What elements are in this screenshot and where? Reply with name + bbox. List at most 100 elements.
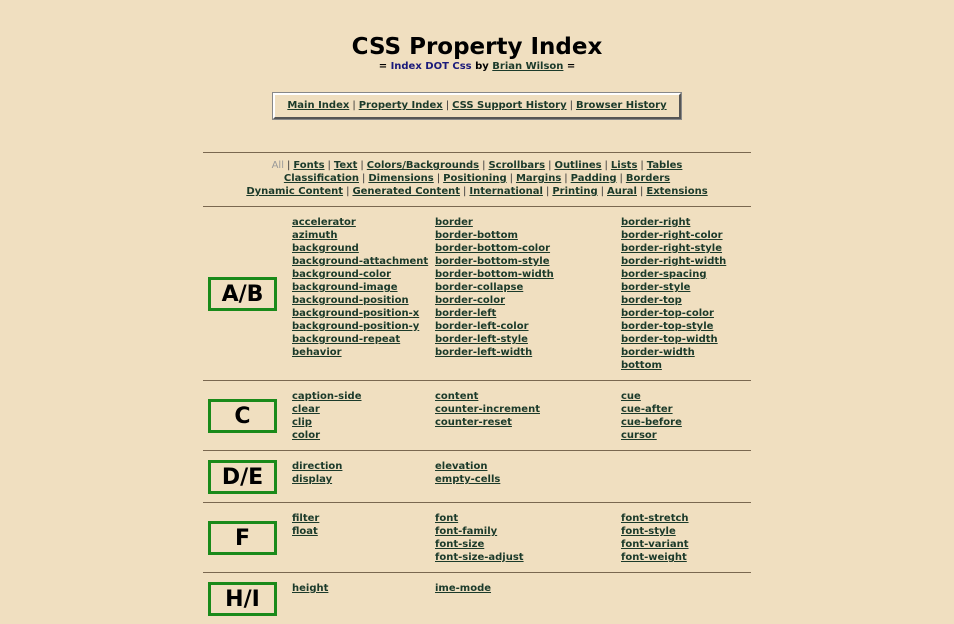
category-link[interactable]: Colors/Backgrounds bbox=[367, 160, 479, 171]
page-title: CSS Property Index bbox=[351, 34, 603, 60]
letter-cell: A/B bbox=[203, 277, 292, 311]
property-link[interactable]: background-repeat bbox=[292, 333, 435, 346]
property-link[interactable]: azimuth bbox=[292, 229, 435, 242]
property-link[interactable]: font-size bbox=[435, 538, 621, 551]
category-link[interactable]: Generated Content bbox=[352, 186, 460, 197]
category-link[interactable]: Padding bbox=[571, 173, 617, 184]
property-link[interactable]: display bbox=[292, 473, 435, 486]
property-link[interactable]: border bbox=[435, 216, 621, 229]
property-link[interactable]: font-size-adjust bbox=[435, 551, 621, 564]
category-link[interactable]: Dimensions bbox=[368, 173, 433, 184]
nav-link-css-support-history[interactable]: CSS Support History bbox=[452, 100, 567, 111]
property-link[interactable]: background-position bbox=[292, 294, 435, 307]
category-link[interactable]: International bbox=[469, 186, 543, 197]
property-link[interactable]: height bbox=[292, 582, 435, 595]
property-link[interactable]: behavior bbox=[292, 346, 435, 359]
property-link[interactable]: border-top-width bbox=[621, 333, 751, 346]
property-link[interactable]: border-collapse bbox=[435, 281, 621, 294]
nav-link-browser-history[interactable]: Browser History bbox=[576, 100, 667, 111]
property-link[interactable]: font-stretch bbox=[621, 512, 751, 525]
property-link[interactable]: cue-before bbox=[621, 416, 751, 429]
property-link[interactable]: bottom bbox=[621, 359, 751, 372]
letter-cell: H/I bbox=[203, 582, 292, 616]
category-link[interactable]: Classification bbox=[284, 173, 359, 184]
property-link[interactable]: border-color bbox=[435, 294, 621, 307]
property-link[interactable]: counter-increment bbox=[435, 403, 621, 416]
category-link[interactable]: Tables bbox=[647, 160, 683, 171]
property-link[interactable]: border-bottom-width bbox=[435, 268, 621, 281]
property-link[interactable]: clip bbox=[292, 416, 435, 429]
author-link[interactable]: Brian Wilson bbox=[492, 61, 563, 72]
property-column: accelerator azimuth background background-a… bbox=[292, 216, 435, 372]
letter-cell: D/E bbox=[203, 460, 292, 494]
property-link[interactable]: border-right-color bbox=[621, 229, 751, 242]
category-link[interactable]: Outlines bbox=[554, 160, 601, 171]
category-link[interactable]: Extensions bbox=[646, 186, 707, 197]
property-column: caption-side clear clip color bbox=[292, 390, 435, 442]
separator: | bbox=[362, 173, 366, 184]
property-link[interactable]: border-right bbox=[621, 216, 751, 229]
nav-link-main-index[interactable]: Main Index bbox=[287, 100, 349, 111]
category-link[interactable]: Printing bbox=[552, 186, 597, 197]
property-link[interactable]: border-bottom bbox=[435, 229, 621, 242]
property-link[interactable]: background-color bbox=[292, 268, 435, 281]
property-link[interactable]: direction bbox=[292, 460, 435, 473]
property-link[interactable]: cursor bbox=[621, 429, 751, 442]
category-link[interactable]: Text bbox=[334, 160, 358, 171]
property-column: cue cue-after cue-before cursor bbox=[621, 390, 751, 442]
property-link[interactable]: font-variant bbox=[621, 538, 751, 551]
category-link[interactable]: Lists bbox=[611, 160, 637, 171]
property-link[interactable]: font-weight bbox=[621, 551, 751, 564]
property-columns: caption-side clear clip color content counter… bbox=[292, 390, 751, 442]
property-link[interactable]: elevation bbox=[435, 460, 621, 473]
property-link[interactable]: cue-after bbox=[621, 403, 751, 416]
property-link[interactable]: cue bbox=[621, 390, 751, 403]
property-link[interactable]: border-top-style bbox=[621, 320, 751, 333]
property-link[interactable]: filter bbox=[292, 512, 435, 525]
property-link[interactable]: ime-mode bbox=[435, 582, 621, 595]
property-link[interactable]: border-right-style bbox=[621, 242, 751, 255]
property-link[interactable]: caption-side bbox=[292, 390, 435, 403]
property-link[interactable]: border-right-width bbox=[621, 255, 751, 268]
property-link[interactable]: background-image bbox=[292, 281, 435, 294]
property-link[interactable]: counter-reset bbox=[435, 416, 621, 429]
nav-link-property-index[interactable]: Property Index bbox=[359, 100, 443, 111]
category-link[interactable]: Borders bbox=[626, 173, 670, 184]
property-link[interactable]: border-top bbox=[621, 294, 751, 307]
letter-section: A/B accelerator azimuth background backgroun… bbox=[203, 207, 751, 380]
property-link[interactable]: background-attachment bbox=[292, 255, 435, 268]
category-link[interactable]: Fonts bbox=[293, 160, 324, 171]
property-link[interactable]: font bbox=[435, 512, 621, 525]
letter-section: D/E direction display elevation empty-cells bbox=[203, 451, 751, 502]
property-link[interactable]: font-style bbox=[621, 525, 751, 538]
property-link[interactable]: border-left-color bbox=[435, 320, 621, 333]
category-link[interactable]: Dynamic Content bbox=[246, 186, 343, 197]
property-link[interactable]: border-top-color bbox=[621, 307, 751, 320]
property-link[interactable]: empty-cells bbox=[435, 473, 621, 486]
property-link[interactable]: color bbox=[292, 429, 435, 442]
property-link[interactable]: border-left bbox=[435, 307, 621, 320]
property-link[interactable]: accelerator bbox=[292, 216, 435, 229]
property-link[interactable]: background bbox=[292, 242, 435, 255]
property-link[interactable]: font-family bbox=[435, 525, 621, 538]
property-link[interactable]: clear bbox=[292, 403, 435, 416]
letter-heading: F bbox=[208, 521, 277, 555]
property-link[interactable]: border-left-style bbox=[435, 333, 621, 346]
property-link[interactable]: background-position-x bbox=[292, 307, 435, 320]
property-link[interactable]: border-spacing bbox=[621, 268, 751, 281]
property-link[interactable]: border-width bbox=[621, 346, 751, 359]
subtitle-prefix: = bbox=[378, 61, 391, 72]
category-link[interactable]: Aural bbox=[607, 186, 637, 197]
separator: | bbox=[509, 173, 513, 184]
category-link[interactable]: Positioning bbox=[443, 173, 506, 184]
property-link[interactable]: border-left-width bbox=[435, 346, 621, 359]
category-link[interactable]: Scrollbars bbox=[488, 160, 545, 171]
property-link[interactable]: background-position-y bbox=[292, 320, 435, 333]
property-link[interactable]: border-style bbox=[621, 281, 751, 294]
property-link[interactable]: border-bottom-style bbox=[435, 255, 621, 268]
category-link[interactable]: Margins bbox=[516, 173, 561, 184]
property-link[interactable]: content bbox=[435, 390, 621, 403]
property-link[interactable]: float bbox=[292, 525, 435, 538]
property-link[interactable]: border-bottom-color bbox=[435, 242, 621, 255]
category-navigation: All | Fonts | Text | Colors/Backgrounds | Scroll… bbox=[203, 153, 751, 206]
